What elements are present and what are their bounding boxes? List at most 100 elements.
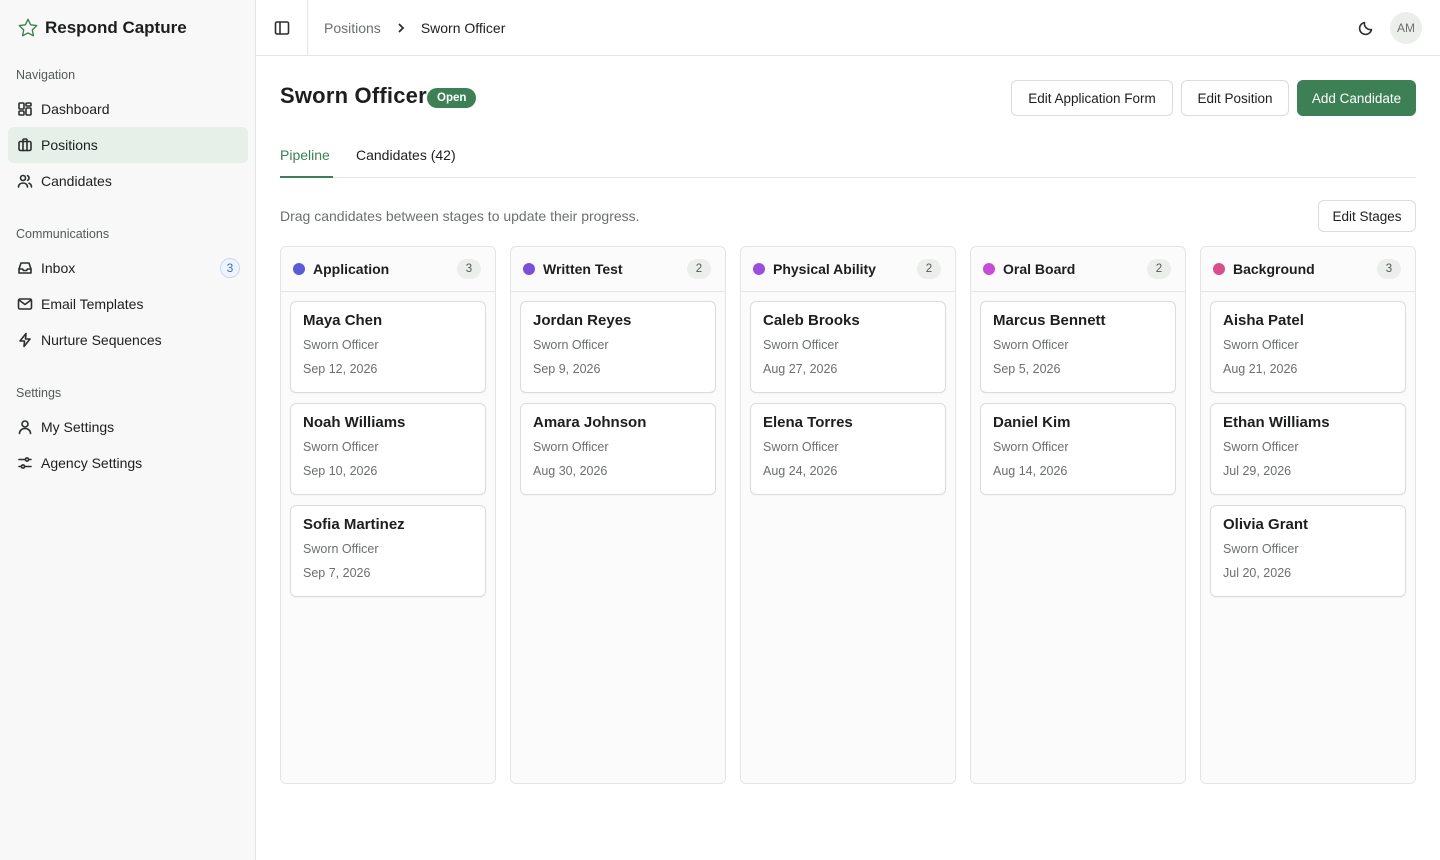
- stage-column-physical-ability[interactable]: Physical Ability 2 Caleb Brooks Sworn Offic…: [740, 246, 956, 784]
- stage-color-dot: [753, 263, 765, 275]
- nav-group-label: Communications: [16, 227, 110, 241]
- avatar[interactable]: AM: [1390, 12, 1422, 44]
- stage-header: Background 3: [1201, 247, 1415, 292]
- page-title: Sworn Officer: [280, 83, 427, 108]
- breadcrumb: Positions Sworn Officer: [324, 0, 505, 55]
- candidate-card[interactable]: Aisha Patel Sworn Officer Aug 21, 2026: [1210, 301, 1406, 393]
- stage-column-background[interactable]: Background 3 Aisha Patel Sworn Officer Aug 2…: [1200, 246, 1416, 784]
- stage-color-dot: [523, 263, 535, 275]
- stage-title: Application: [313, 261, 390, 277]
- sidebar-item-dashboard[interactable]: Dashboard: [8, 91, 248, 127]
- candidate-date: Jul 20, 2026: [1223, 566, 1292, 580]
- stage-header: Oral Board 2: [971, 247, 1185, 292]
- tab-candidates[interactable]: Candidates (42): [356, 144, 456, 178]
- nav-group-settings: Settings My Settings Agency Settings: [0, 384, 256, 481]
- status-badge: Open: [427, 88, 477, 108]
- breadcrumb-positions-link[interactable]: Positions: [324, 20, 381, 36]
- stage-column-application[interactable]: Application 3 Maya Chen Sworn Officer Sep 12…: [280, 246, 496, 784]
- stage-color-dot: [983, 263, 995, 275]
- candidate-position: Sworn Officer: [1223, 338, 1299, 352]
- stage-count-badge: 2: [917, 259, 941, 279]
- candidate-position: Sworn Officer: [533, 338, 609, 352]
- tab-pipeline[interactable]: Pipeline: [280, 144, 333, 178]
- edit-position-button[interactable]: Edit Position: [1181, 80, 1289, 116]
- theme-toggle-button[interactable]: [1352, 14, 1380, 42]
- candidate-card[interactable]: Jordan Reyes Sworn Officer Sep 9, 2026: [520, 301, 716, 393]
- candidate-name: Marcus Bennett: [993, 312, 1106, 329]
- candidate-date: Sep 9, 2026: [533, 362, 601, 376]
- candidate-date: Aug 30, 2026: [533, 464, 608, 478]
- chevron-right-icon: [395, 22, 407, 34]
- stage-header: Application 3: [281, 247, 495, 292]
- user-icon: [16, 419, 33, 436]
- sidebar-item-label: Email Templates: [41, 296, 144, 312]
- pipeline-hint: Drag candidates between stages to update…: [280, 208, 640, 224]
- candidate-position: Sworn Officer: [303, 440, 379, 454]
- candidate-position: Sworn Officer: [993, 338, 1069, 352]
- candidate-date: Aug 24, 2026: [763, 464, 838, 478]
- candidate-card[interactable]: Amara Johnson Sworn Officer Aug 30, 2026: [520, 403, 716, 495]
- candidate-name: Sofia Martinez: [303, 516, 405, 533]
- candidate-name: Daniel Kim: [993, 414, 1071, 431]
- candidate-card[interactable]: Sofia Martinez Sworn Officer Sep 7, 2026: [290, 505, 486, 597]
- nav-group-communications: Communications Inbox 3 Email Templates N…: [0, 225, 256, 358]
- candidate-card[interactable]: Olivia Grant Sworn Officer Jul 20, 2026: [1210, 505, 1406, 597]
- dashboard-icon: [16, 101, 33, 118]
- candidate-card[interactable]: Maya Chen Sworn Officer Sep 12, 2026: [290, 301, 486, 393]
- candidate-card[interactable]: Elena Torres Sworn Officer Aug 24, 2026: [750, 403, 946, 495]
- add-candidate-button[interactable]: Add Candidate: [1297, 80, 1416, 116]
- sidebar-item-email-templates[interactable]: Email Templates: [8, 286, 248, 322]
- pipeline-board: Application 3 Maya Chen Sworn Officer Sep 12…: [280, 246, 1416, 784]
- candidate-name: Maya Chen: [303, 312, 383, 329]
- candidate-date: Aug 27, 2026: [763, 362, 838, 376]
- sidebar-item-positions[interactable]: Positions: [8, 127, 248, 163]
- candidate-position: Sworn Officer: [533, 440, 609, 454]
- stage-title: Oral Board: [1003, 261, 1076, 277]
- sidebar-item-inbox[interactable]: Inbox 3: [8, 250, 248, 286]
- candidate-name: Jordan Reyes: [533, 312, 632, 329]
- stage-count-badge: 2: [687, 259, 711, 279]
- candidate-name: Elena Torres: [763, 414, 853, 431]
- candidate-position: Sworn Officer: [993, 440, 1069, 454]
- candidate-position: Sworn Officer: [1223, 440, 1299, 454]
- sidebar-toggle-button[interactable]: [256, 0, 308, 55]
- sidebar-item-my-settings[interactable]: My Settings: [8, 409, 248, 445]
- candidate-date: Sep 10, 2026: [303, 464, 378, 478]
- sidebar-item-candidates[interactable]: Candidates: [8, 163, 248, 199]
- stage-count-badge: 3: [1377, 259, 1401, 279]
- sidebar-item-label: Nurture Sequences: [41, 332, 162, 348]
- stage-column-oral-board[interactable]: Oral Board 2 Marcus Bennett Sworn Officer Se…: [970, 246, 1186, 784]
- briefcase-icon: [16, 137, 33, 154]
- stage-column-written-test[interactable]: Written Test 2 Jordan Reyes Sworn Officer Se…: [510, 246, 726, 784]
- candidate-card[interactable]: Noah Williams Sworn Officer Sep 10, 2026: [290, 403, 486, 495]
- breadcrumb-current: Sworn Officer: [420, 19, 506, 36]
- stage-count-badge: 3: [457, 259, 481, 279]
- candidate-name: Caleb Brooks: [763, 312, 860, 329]
- candidate-position: Sworn Officer: [1223, 542, 1299, 556]
- sidebar-item-label: Dashboard: [41, 101, 110, 117]
- page-header: Sworn Officer Open Edit Application Form…: [280, 80, 1416, 116]
- edit-application-form-button[interactable]: Edit Application Form: [1011, 80, 1173, 116]
- candidate-card[interactable]: Ethan Williams Sworn Officer Jul 29, 2026: [1210, 403, 1406, 495]
- sidebar-item-label: Candidates: [41, 173, 112, 189]
- topbar: Positions Sworn Officer AM: [256, 0, 1440, 56]
- candidate-name: Aisha Patel: [1223, 312, 1304, 329]
- candidate-card[interactable]: Daniel Kim Sworn Officer Aug 14, 2026: [980, 403, 1176, 495]
- sidebar-item-label: Inbox: [41, 260, 76, 276]
- panel-left-icon: [274, 20, 289, 35]
- candidate-date: Aug 14, 2026: [993, 464, 1068, 478]
- sidebar-item-nurture-sequences[interactable]: Nurture Sequences: [8, 322, 248, 358]
- edit-stages-button[interactable]: Edit Stages: [1318, 200, 1416, 232]
- sidebar-item-label: Agency Settings: [41, 455, 143, 471]
- candidate-card[interactable]: Caleb Brooks Sworn Officer Aug 27, 2026: [750, 301, 946, 393]
- sidebar-item-label: Positions: [41, 137, 98, 153]
- sidebar-item-label: My Settings: [41, 419, 115, 435]
- brand[interactable]: Respond Capture: [0, 0, 255, 55]
- mail-icon: [16, 296, 33, 313]
- candidate-name: Noah Williams: [303, 414, 406, 431]
- candidate-card[interactable]: Marcus Bennett Sworn Officer Sep 5, 2026: [980, 301, 1176, 393]
- nav-group-label: Settings: [16, 386, 62, 400]
- inbox-icon: [16, 260, 33, 277]
- candidate-name: Olivia Grant: [1223, 516, 1309, 533]
- sidebar-item-agency-settings[interactable]: Agency Settings: [8, 445, 248, 481]
